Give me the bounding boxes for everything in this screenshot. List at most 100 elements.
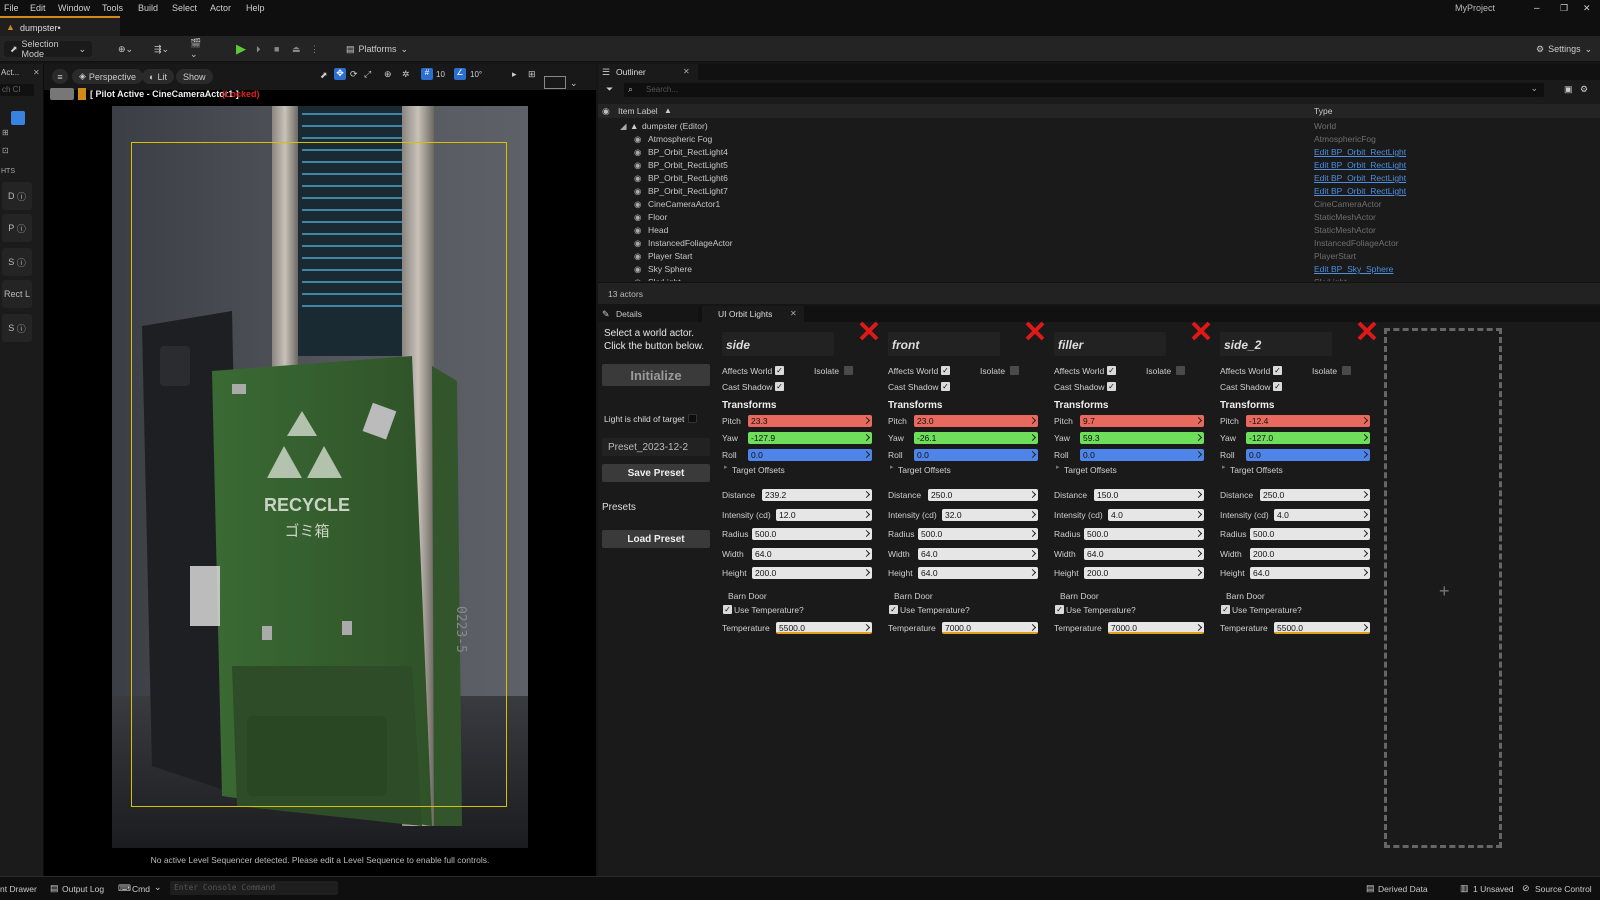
tree-row-root[interactable]: ◢ ▲ dumpster (Editor) World	[598, 121, 1600, 134]
lit-button[interactable]: ◐ Lit	[142, 69, 174, 84]
show-button[interactable]: Show	[176, 69, 213, 84]
intensity-field[interactable]: 4.0	[1274, 509, 1370, 521]
isolate-checkbox[interactable]	[844, 366, 853, 375]
stop-button[interactable]: ■	[268, 41, 286, 57]
tree-row-type[interactable]: Edit BP_Orbit_RectLight	[1314, 160, 1406, 170]
target-offsets-label[interactable]: Target Offsets	[1064, 465, 1117, 475]
load-preset-button[interactable]: Load Preset	[602, 530, 710, 548]
barn-door-label[interactable]: Barn Door	[1060, 591, 1099, 601]
maximize-viewport-icon[interactable]: ⊞	[528, 69, 536, 80]
cast-shadow-checkbox[interactable]: ✓	[775, 382, 784, 391]
play-button[interactable]: ▶	[230, 41, 248, 57]
isolate-checkbox[interactable]	[1010, 366, 1019, 375]
advance-frame-button[interactable]: ⏵	[250, 41, 268, 57]
source-control-button[interactable]: Source Control	[1535, 884, 1592, 894]
scale-tool-icon[interactable]: ⤢	[364, 69, 371, 80]
pitch-field[interactable]: 23.0	[914, 415, 1038, 427]
width-field[interactable]: 200.0	[1250, 548, 1370, 560]
menu-tools[interactable]: Tools	[102, 3, 123, 13]
category-icon-2[interactable]: ⊡	[2, 146, 9, 155]
affects-world-checkbox[interactable]: ✓	[1107, 366, 1116, 375]
tree-row[interactable]: ◉ BP_Orbit_RectLight5 Edit BP_Orbit_RectLi…	[598, 160, 1600, 173]
tree-row[interactable]: ◉ BP_Orbit_RectLight4 Edit BP_Orbit_RectLi…	[598, 147, 1600, 160]
visibility-icon[interactable]: ◉	[602, 106, 610, 117]
pitch-field[interactable]: 23.3	[748, 415, 872, 427]
barn-door-label[interactable]: Barn Door	[1226, 591, 1265, 601]
console-input[interactable]: Enter Console Command	[170, 881, 338, 895]
cast-shadow-checkbox[interactable]: ✓	[1107, 382, 1116, 391]
tree-row[interactable]: ◉ Head StaticMeshActor	[598, 225, 1600, 238]
viewport-menu-button[interactable]: ≡	[52, 69, 68, 84]
cast-shadow-checkbox[interactable]: ✓	[1273, 382, 1282, 391]
height-field[interactable]: 200.0	[1084, 567, 1204, 579]
blueprint-button[interactable]: ⇶⌄	[148, 41, 178, 57]
use-temperature-checkbox[interactable]: ✓	[1221, 605, 1230, 614]
rotation-snap-value[interactable]: 10°	[470, 70, 482, 79]
target-offsets-label[interactable]: Target Offsets	[1230, 465, 1283, 475]
delete-light-icon[interactable]	[1356, 320, 1378, 342]
surface-snap-icon[interactable]: ✲	[402, 69, 410, 80]
use-temperature-checkbox[interactable]: ✓	[723, 605, 732, 614]
tree-row-type[interactable]: Edit BP_Orbit_RectLight	[1314, 147, 1406, 157]
eject-button[interactable]: ⏏	[286, 41, 304, 57]
rotation-snap-icon[interactable]: ∠	[454, 68, 466, 80]
level-viewport[interactable]: ≡ ◈ Perspective ◐ Lit Show ⬈ ✥ ⟳ ⤢ ⊕ ✲ # 1…	[44, 64, 596, 876]
menu-edit[interactable]: Edit	[30, 3, 46, 13]
height-field[interactable]: 64.0	[1250, 567, 1370, 579]
yaw-field[interactable]: 59.3	[1080, 432, 1204, 444]
perspective-button[interactable]: ◈ Perspective	[72, 69, 143, 84]
radius-field[interactable]: 500.0	[752, 528, 872, 540]
save-preset-button[interactable]: Save Preset	[602, 464, 710, 482]
tree-row-type[interactable]: Edit BP_Orbit_RectLight	[1314, 186, 1406, 196]
light-name-input[interactable]: front	[888, 332, 1000, 356]
distance-field[interactable]: 150.0	[1094, 489, 1204, 501]
target-offsets-label[interactable]: Target Offsets	[898, 465, 951, 475]
light-name-input[interactable]: filler	[1054, 332, 1166, 356]
close-window-icon[interactable]: ✕	[1583, 3, 1591, 14]
world-space-icon[interactable]: ⊕	[384, 69, 392, 80]
isolate-checkbox[interactable]	[1342, 366, 1351, 375]
affects-world-checkbox[interactable]: ✓	[941, 366, 950, 375]
outliner-search[interactable]: ⌕ Search... ⌄	[624, 83, 1544, 97]
layout-icon[interactable]	[544, 76, 566, 89]
menu-file[interactable]: File	[4, 3, 19, 13]
yaw-field[interactable]: -127.0	[1246, 432, 1370, 444]
temperature-field[interactable]: 5500.0	[776, 622, 872, 634]
tree-row-type[interactable]: Edit BP_Orbit_RectLight	[1314, 173, 1406, 183]
platforms-button[interactable]: ▤ Platforms ⌄	[340, 41, 408, 57]
expand-icon[interactable]: ▸	[1222, 463, 1226, 471]
chevron-down-icon[interactable]: ⌄	[570, 78, 578, 89]
restore-icon[interactable]: ❐	[1560, 3, 1568, 14]
temperature-field[interactable]: 7000.0	[942, 622, 1038, 634]
category-icon[interactable]: ⊞	[2, 128, 9, 137]
add-light-slot[interactable]: +	[1384, 328, 1502, 848]
tree-row[interactable]: ◉ Atmospheric Fog AtmosphericFog	[598, 134, 1600, 147]
place-actor-item[interactable]: Rect L	[2, 280, 32, 308]
affects-world-checkbox[interactable]: ✓	[775, 366, 784, 375]
affects-world-checkbox[interactable]: ✓	[1273, 366, 1282, 375]
delete-light-icon[interactable]	[1190, 320, 1212, 342]
expand-icon[interactable]: ▸	[1056, 463, 1060, 471]
width-field[interactable]: 64.0	[752, 548, 872, 560]
distance-field[interactable]: 239.2	[762, 489, 872, 501]
filter-icon[interactable]: ⏷	[606, 84, 613, 95]
place-actor-item[interactable]: P ⓘ	[2, 214, 32, 242]
expand-icon[interactable]: ▸	[890, 463, 894, 471]
place-actor-item[interactable]: S ⓘ	[2, 248, 32, 276]
tree-row-type[interactable]: Edit BP_Sky_Sphere	[1314, 264, 1393, 274]
camera-speed-icon[interactable]: ▸	[512, 69, 517, 80]
initialize-button[interactable]: Initialize	[602, 364, 710, 386]
minimize-icon[interactable]: –	[1534, 3, 1540, 14]
height-field[interactable]: 64.0	[918, 567, 1038, 579]
document-tab[interactable]: ▲ dumpster•	[0, 16, 120, 36]
pitch-field[interactable]: 9.7	[1080, 415, 1204, 427]
roll-field[interactable]: 0.0	[748, 449, 872, 461]
menu-actor[interactable]: Actor	[210, 3, 231, 13]
use-temperature-checkbox[interactable]: ✓	[1055, 605, 1064, 614]
target-offsets-label[interactable]: Target Offsets	[732, 465, 785, 475]
temperature-field[interactable]: 7000.0	[1108, 622, 1204, 634]
yaw-field[interactable]: -26.1	[914, 432, 1038, 444]
add-content-button[interactable]: ⊕⌄	[112, 41, 142, 57]
width-field[interactable]: 64.0	[918, 548, 1038, 560]
tree-row[interactable]: ◉ Floor StaticMeshActor	[598, 212, 1600, 225]
